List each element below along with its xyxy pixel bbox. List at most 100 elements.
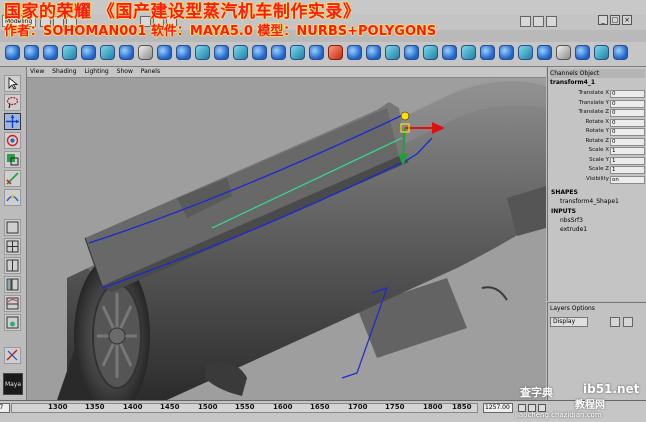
attr-row[interactable]: Translate X 0 [548,89,646,99]
attr-label: Scale Y [589,156,609,163]
attr-value-field[interactable]: 0 [610,90,645,98]
new-layer-selected-icon[interactable] [623,317,633,327]
snap-curve-icon[interactable] [533,16,544,27]
outliner-view-icon[interactable] [4,276,21,293]
combine-icon[interactable] [480,45,495,60]
poly-cylinder-icon[interactable] [195,45,210,60]
attr-row[interactable]: Rotate Z 0 [548,137,646,147]
attr-row[interactable]: Rotate X 0 [548,118,646,128]
attr-value-field[interactable]: 0 [610,118,645,127]
manipulator-tool-icon[interactable] [4,170,21,187]
attr-label: Visibility [585,175,609,182]
split-polygon-icon[interactable] [423,45,438,60]
input-node[interactable]: nbsSrf3 [560,217,583,224]
viewport-menu-lighting[interactable]: Lighting [81,68,111,75]
center-pivot-icon[interactable] [594,45,609,60]
attr-value-field[interactable]: 1 [610,156,645,165]
attr-label: Rotate X [585,118,609,125]
poly-torus-icon[interactable] [252,45,267,60]
attr-row[interactable]: Scale Y 1 [548,156,646,166]
attr-value-field[interactable]: 0 [610,128,645,136]
viewport-menu-panels[interactable]: Panels [138,68,163,75]
soft-modify-tool-icon[interactable] [4,189,21,206]
tool-settings-icon[interactable] [4,347,21,364]
loft-icon[interactable] [290,45,305,60]
poly-cone-icon[interactable] [214,45,229,60]
channel-box-header[interactable]: Channels Object [550,69,645,78]
planar-icon[interactable] [347,45,362,60]
attr-row[interactable]: Scale Z 1 [548,165,646,175]
close-icon[interactable]: × [622,15,632,25]
perspective-viewport[interactable]: View Shading Lighting Show Panels [27,67,546,400]
attr-value-field[interactable]: on [610,175,645,184]
time-tick-label: 1650 [310,403,330,411]
extrude-icon[interactable] [271,45,286,60]
maximize-icon[interactable]: □ [610,15,620,25]
watermark-site-name: 查字典 [520,386,553,399]
attr-row[interactable]: Visibility on [548,175,646,185]
toolbox [0,67,27,400]
attr-row[interactable]: Translate Z 0 [548,108,646,118]
minimize-icon[interactable]: _ [598,15,608,25]
separate-icon[interactable] [499,45,514,60]
revolve-icon[interactable] [309,45,324,60]
attr-value-field[interactable]: 0 [610,137,645,146]
delete-history-icon[interactable] [556,45,571,60]
viewport-canvas[interactable] [27,78,546,400]
attr-value-field[interactable]: 0 [610,99,645,108]
attr-value-field[interactable]: 0 [610,109,645,117]
scale-tool-icon[interactable] [4,151,21,168]
viewport-menu-view[interactable]: View [27,68,47,75]
poly-plane-icon[interactable] [233,45,248,60]
freeze-transforms-icon[interactable] [575,45,590,60]
single-view-icon[interactable] [4,219,21,236]
input-node[interactable]: extrude1 [560,226,587,233]
start-time-field[interactable]: 1257 [0,403,10,413]
nurbs-plane-icon[interactable] [81,45,96,60]
four-view-icon[interactable] [4,238,21,255]
attach-surfaces-icon[interactable] [385,45,400,60]
nurbs-cone-icon[interactable] [62,45,77,60]
attr-value-field[interactable]: 1 [610,166,645,174]
attr-row[interactable]: Rotate Y 0 [548,127,646,137]
nurbs-sphere-icon[interactable] [5,45,20,60]
object-name[interactable]: transform4_1 [550,79,595,86]
viewport-menu-shading[interactable]: Shading [49,68,79,75]
point-light-icon[interactable] [328,45,343,60]
attr-row[interactable]: Translate Y 0 [548,99,646,109]
rebuild-surface-icon[interactable] [404,45,419,60]
end-time-field[interactable]: 1257.00 [483,403,513,413]
shape-node[interactable]: transform4_Shape1 [560,198,619,205]
nurbs-square-icon[interactable] [138,45,153,60]
snap-grid-icon[interactable] [520,16,531,27]
attr-row[interactable]: Scale X 1 [548,146,646,156]
smooth-icon[interactable] [442,45,457,60]
snap-point-icon[interactable] [546,16,557,27]
bevel-icon[interactable] [461,45,476,60]
merge-vertices-icon[interactable] [518,45,533,60]
layers-header[interactable]: Layers Options [550,305,595,312]
nurbs-circle-icon[interactable] [119,45,134,60]
boundary-icon[interactable] [366,45,381,60]
extrude-face-icon[interactable] [537,45,552,60]
poly-sphere-icon[interactable] [157,45,172,60]
time-slider[interactable]: 1300 1350 1400 1450 1500 1550 1600 1650 … [11,403,478,413]
lasso-tool-icon[interactable] [4,94,21,111]
new-layer-icon[interactable] [610,317,620,327]
poly-cube-icon[interactable] [176,45,191,60]
two-view-icon[interactable] [4,257,21,274]
viewport-menu-show[interactable]: Show [114,68,136,75]
hypershade-view-icon[interactable] [4,314,21,331]
attr-value-field[interactable]: 1 [610,147,645,155]
watermark-title: 教程网 [575,400,605,411]
nurbs-cube-icon[interactable] [24,45,39,60]
channel-box: Channels Object transform4_1 Translate X… [547,67,646,301]
move-tool-icon[interactable] [4,113,21,130]
group-icon[interactable] [613,45,628,60]
select-tool-icon[interactable] [4,75,21,92]
nurbs-cylinder-icon[interactable] [43,45,58,60]
layer-type-select[interactable]: Display [550,317,588,327]
rotate-tool-icon[interactable] [4,132,21,149]
graph-view-icon[interactable] [4,295,21,312]
nurbs-torus-icon[interactable] [100,45,115,60]
